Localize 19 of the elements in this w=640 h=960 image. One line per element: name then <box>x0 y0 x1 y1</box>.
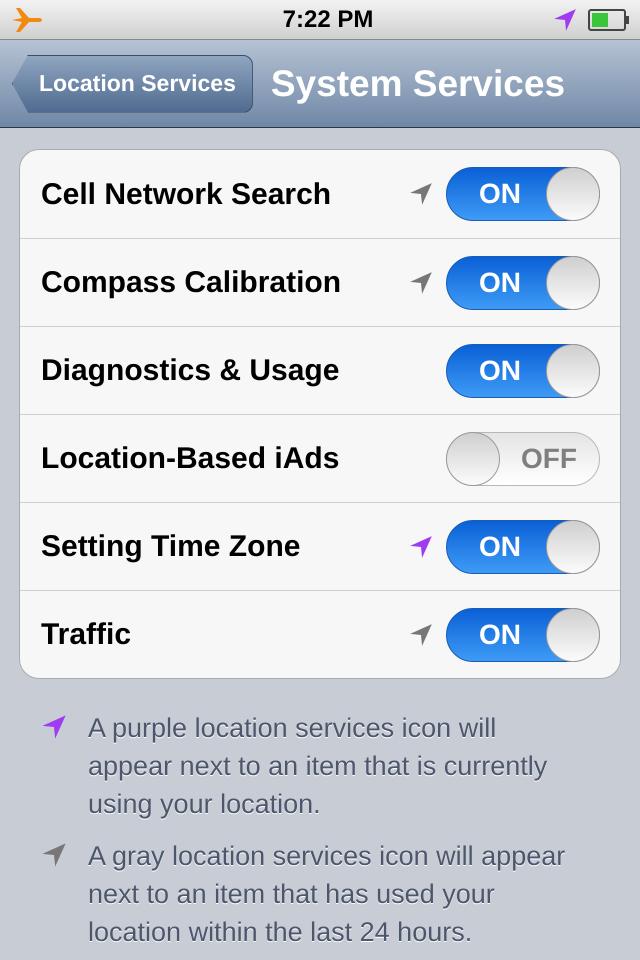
setting-label: Traffic <box>41 617 132 653</box>
status-time: 7:22 PM <box>282 4 374 34</box>
footnote-text: A purple location services icon will appear next to an item that is currently using your location. <box>88 712 548 821</box>
setting-label: Location-Based iAds <box>41 441 340 477</box>
toggle-switch[interactable]: ON <box>446 256 600 310</box>
toggle-switch[interactable]: ON <box>446 608 600 662</box>
location-arrow-icon <box>552 6 578 32</box>
setting-label: Compass Calibration <box>41 265 342 301</box>
toggle-switch[interactable]: ON <box>446 167 600 221</box>
battery-icon <box>588 8 630 30</box>
page-title: System Services <box>270 62 566 106</box>
setting-label: Setting Time Zone <box>41 529 302 565</box>
toggle-switch[interactable]: ON <box>446 344 600 398</box>
toggle-switch[interactable]: OFF <box>446 432 600 486</box>
toggle-switch[interactable]: ON <box>446 520 600 574</box>
setting-label: Cell Network Search <box>41 176 332 212</box>
setting-label: Diagnostics & Usage <box>41 353 340 389</box>
footnote-text: A gray location services icon will appear next to an item that has used your location within the last 24 hours. <box>88 840 566 949</box>
back-button[interactable]: Location Services <box>12 54 253 112</box>
